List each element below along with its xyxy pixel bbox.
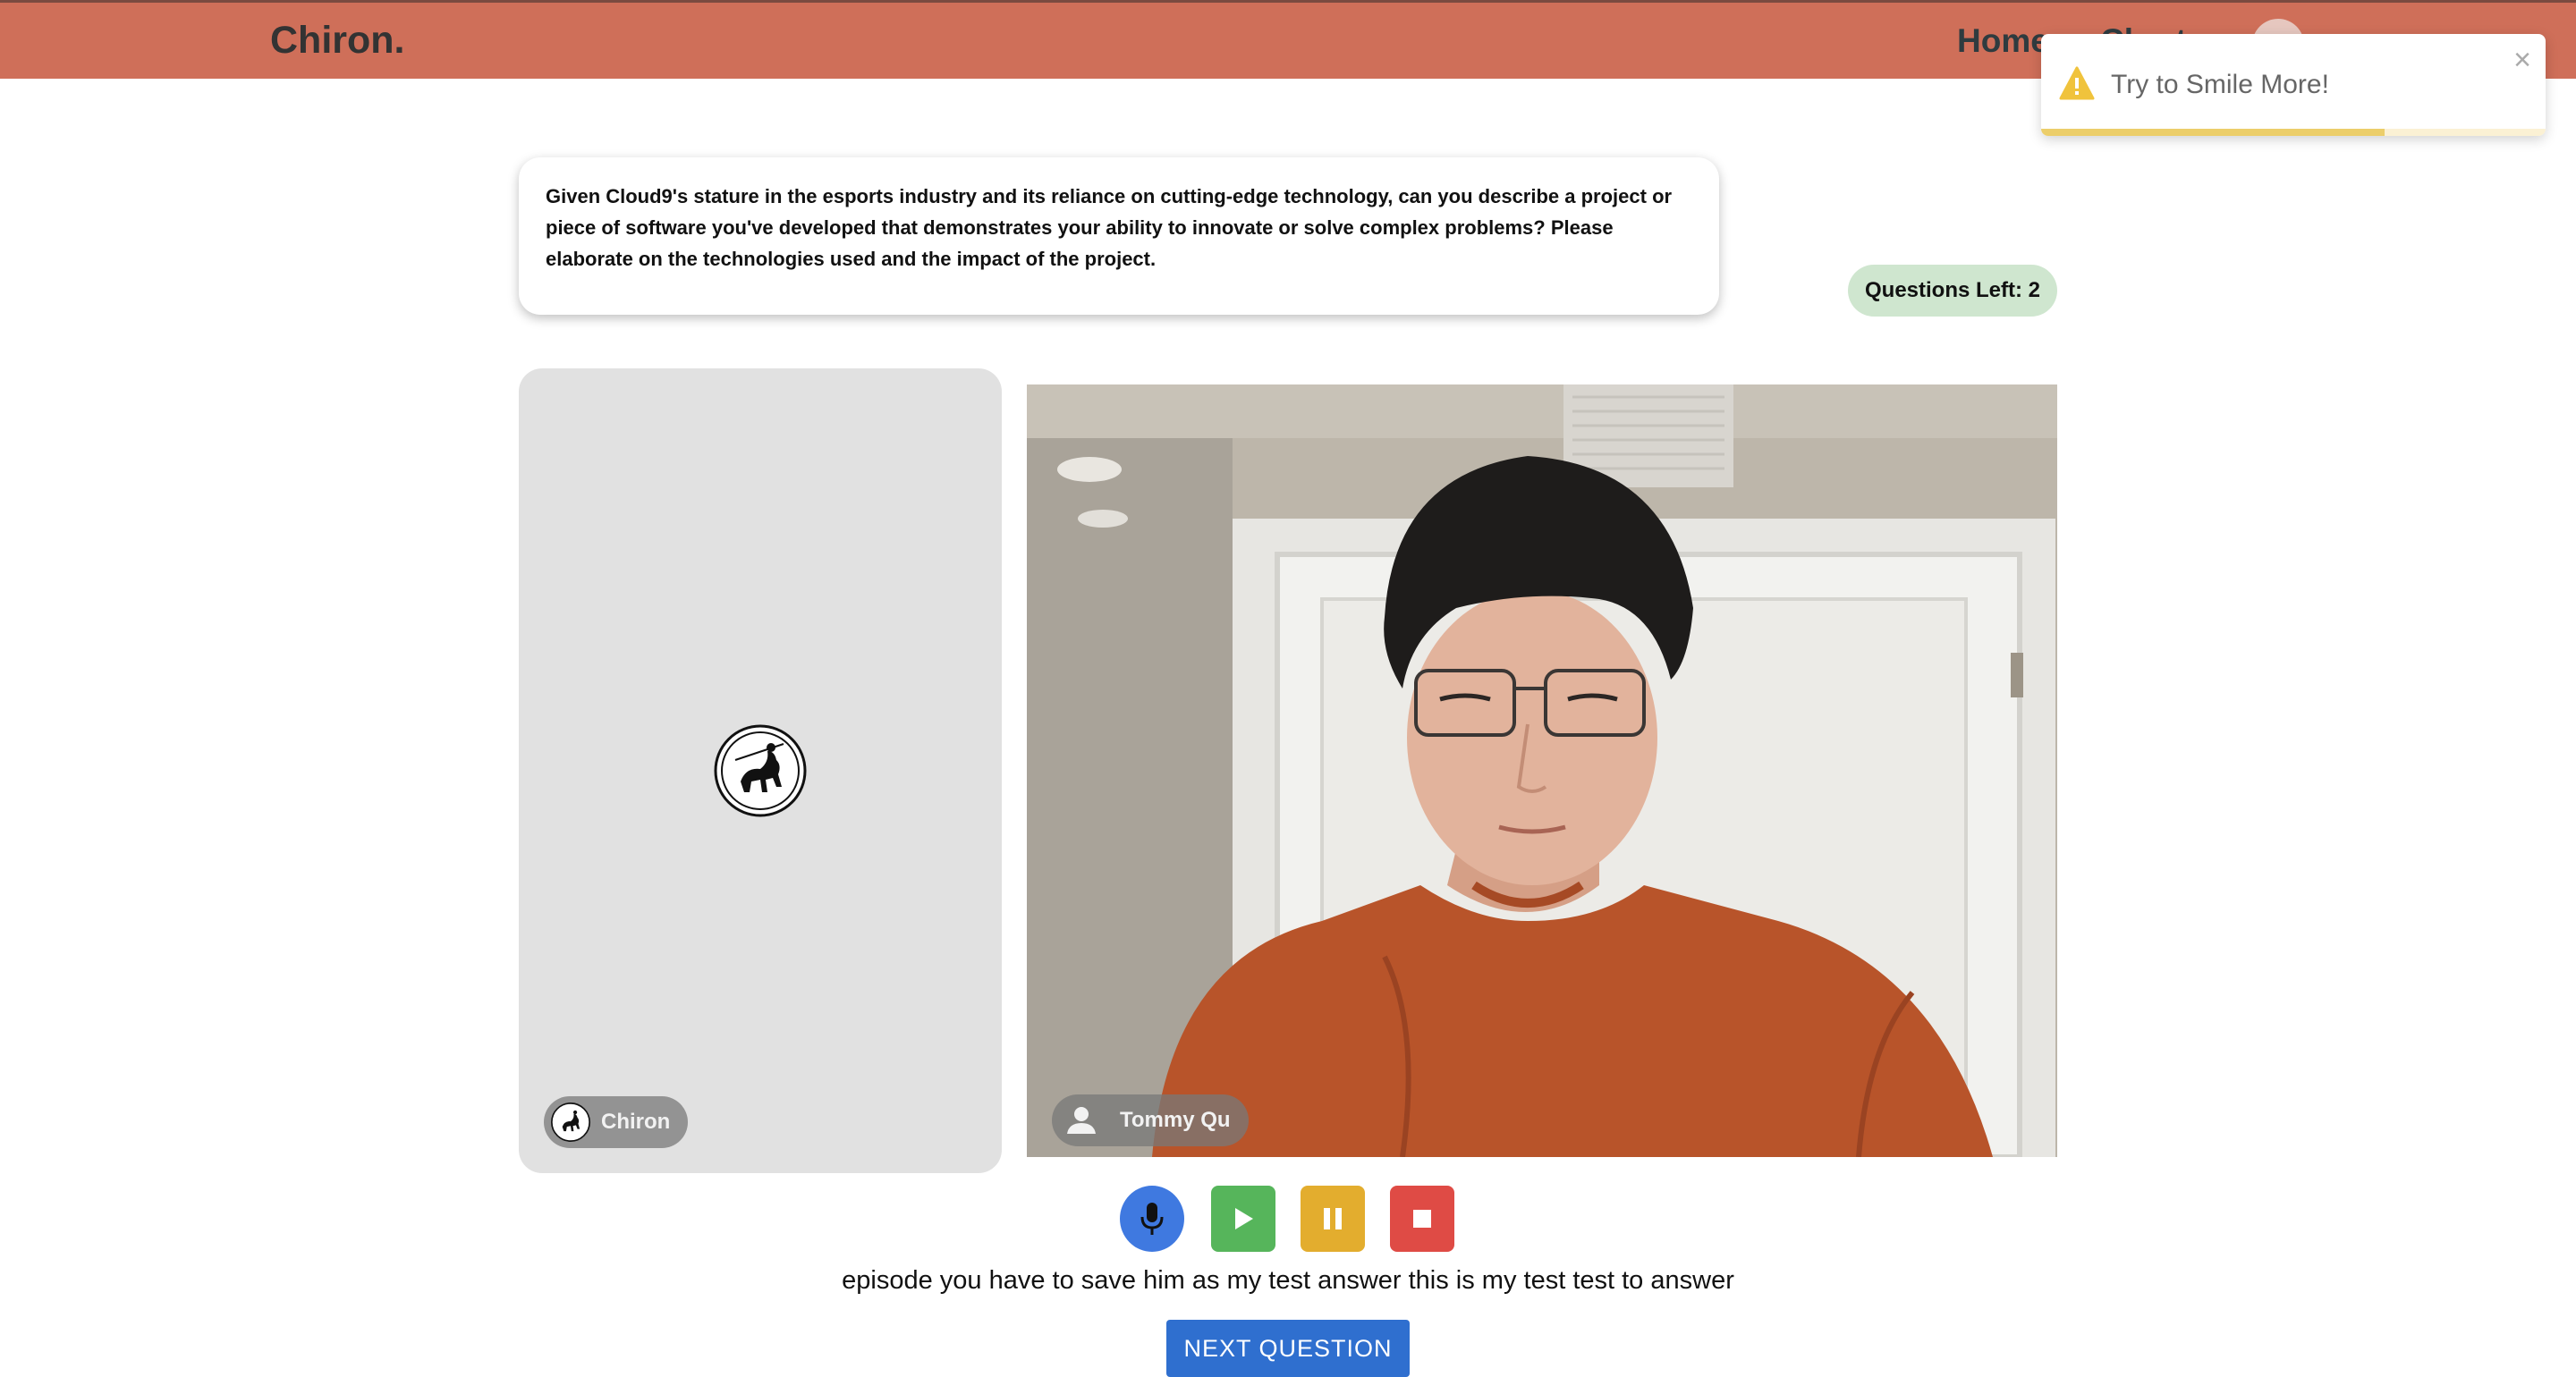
microphone-icon bbox=[1140, 1203, 1164, 1235]
questions-left-badge: Questions Left: 2 bbox=[1848, 265, 2057, 317]
interviewer-name-tag: Chiron bbox=[544, 1096, 689, 1148]
question-text: Given Cloud9's stature in the esports in… bbox=[546, 185, 1673, 270]
pause-icon bbox=[1324, 1208, 1342, 1229]
person-icon bbox=[1067, 1107, 1096, 1134]
toast-close-button[interactable]: × bbox=[2513, 43, 2531, 78]
interviewer-panel: Chiron bbox=[519, 368, 1002, 1173]
stop-icon bbox=[1413, 1210, 1431, 1228]
candidate-name-tag: Tommy Qu bbox=[1052, 1094, 1249, 1146]
toast-progress-fill bbox=[2041, 129, 2385, 136]
smile-toast: Try to Smile More! × bbox=[2041, 34, 2546, 136]
stop-button[interactable] bbox=[1390, 1186, 1454, 1252]
toast-message: Try to Smile More! bbox=[2111, 70, 2329, 99]
candidate-video: Tommy Qu bbox=[1027, 384, 2057, 1157]
centaur-logo-icon bbox=[551, 1102, 590, 1142]
warning-icon bbox=[2059, 66, 2095, 100]
centaur-logo-icon bbox=[714, 724, 807, 817]
play-button[interactable] bbox=[1211, 1186, 1275, 1252]
next-question-button[interactable]: NEXT QUESTION bbox=[1166, 1320, 1410, 1377]
question-card: Given Cloud9's stature in the esports in… bbox=[519, 157, 1719, 315]
interviewer-name: Chiron bbox=[601, 1110, 671, 1134]
brand-logo[interactable]: Chiron. bbox=[270, 19, 404, 63]
microphone-button[interactable] bbox=[1120, 1186, 1184, 1252]
play-icon bbox=[1235, 1208, 1253, 1229]
nav-link-home[interactable]: Home bbox=[1957, 22, 2049, 60]
pause-button[interactable] bbox=[1301, 1186, 1365, 1252]
webcam-feed-image bbox=[1027, 384, 2057, 1157]
toast-progress-bar bbox=[2041, 129, 2546, 136]
candidate-name: Tommy Qu bbox=[1120, 1108, 1231, 1132]
transcript-text: episode you have to save him as my test … bbox=[842, 1266, 1734, 1295]
